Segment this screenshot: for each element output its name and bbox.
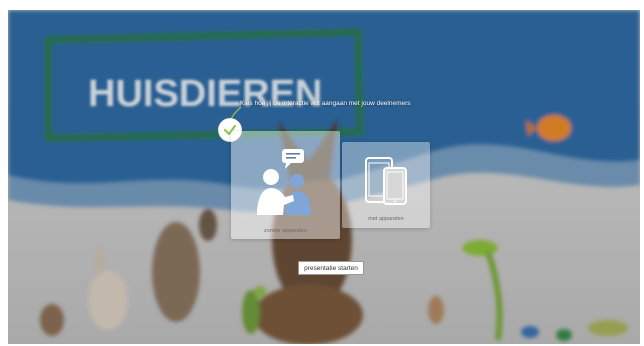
instruction-text: Kies hoe jij de interactie wilt aangaan … bbox=[240, 100, 411, 107]
devices-icon bbox=[365, 157, 407, 205]
people-chat-icon bbox=[257, 149, 311, 215]
option-without-devices[interactable]: zonder apparaten bbox=[231, 131, 340, 239]
option-with-devices[interactable]: met apparaten bbox=[342, 142, 430, 228]
start-presentation-button[interactable]: presentatie starten bbox=[298, 261, 364, 275]
option-label: zonder apparaten bbox=[263, 228, 308, 234]
option-label: met apparaten bbox=[368, 216, 404, 222]
